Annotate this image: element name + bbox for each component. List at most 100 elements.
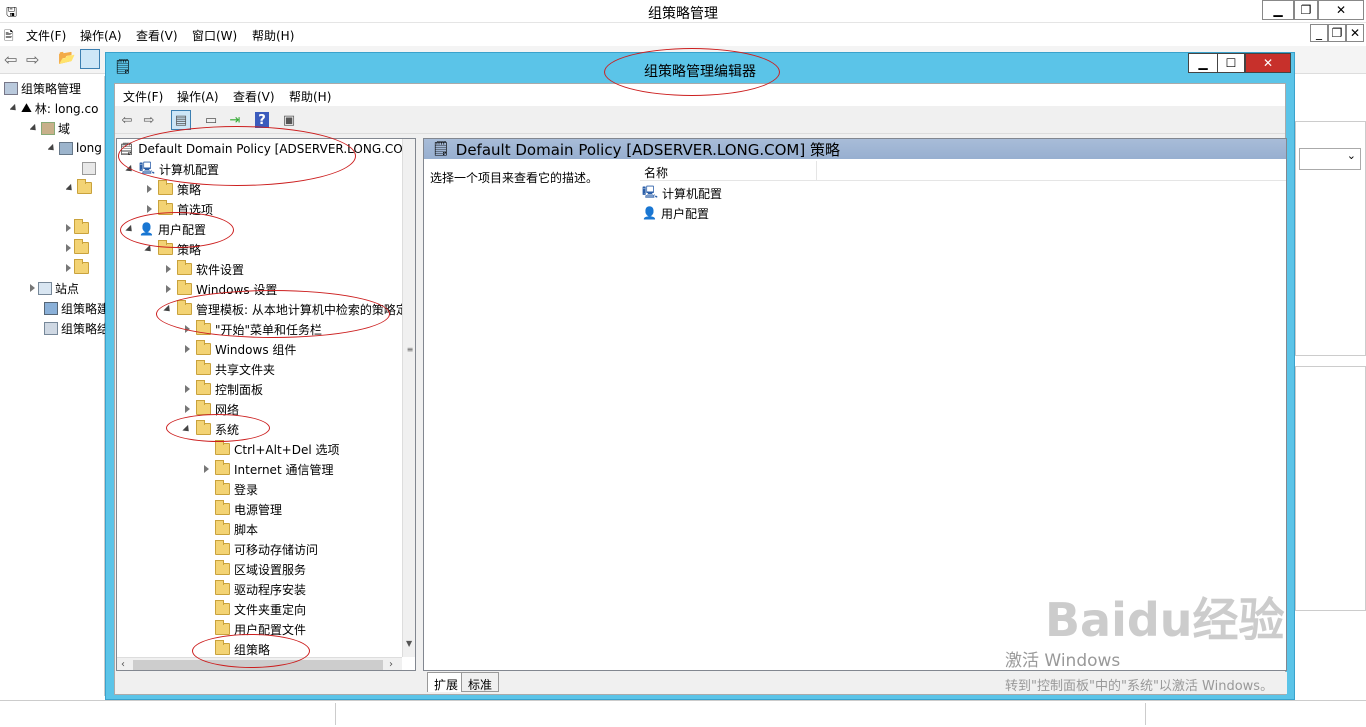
tree-node[interactable]: 控制面板: [182, 379, 263, 399]
scrollbar-grip[interactable]: ≡: [406, 345, 414, 363]
tree-node[interactable]: 网络: [182, 399, 239, 419]
tree-node-gpo-link[interactable]: [82, 158, 96, 178]
menu-view[interactable]: 查看(V): [136, 27, 178, 44]
forward-arrow-icon[interactable]: ⇨: [139, 110, 159, 130]
up-folder-icon[interactable]: 📂: [58, 50, 75, 66]
tree-node[interactable]: 🖳 计算机配置: [125, 159, 219, 179]
collapse-icon[interactable]: [66, 183, 75, 193]
tree-node[interactable]: Windows 组件: [182, 339, 296, 359]
collapse-icon[interactable]: [144, 244, 154, 254]
scope-dropdown[interactable]: ⌄: [1299, 148, 1361, 170]
show-tree-icon[interactable]: ▤: [171, 110, 191, 130]
expand-icon[interactable]: [66, 224, 71, 232]
child-minimize-button[interactable]: _: [1310, 24, 1328, 42]
menu-action[interactable]: 操作(A): [80, 27, 122, 44]
collapse-icon[interactable]: [10, 103, 19, 113]
collapse-icon[interactable]: [48, 143, 57, 153]
tree-node[interactable]: 电源管理: [201, 499, 282, 519]
tree-node[interactable]: 策略: [144, 239, 201, 259]
tree-node[interactable]: 区域设置服务: [201, 559, 306, 579]
editor-menu-view[interactable]: 查看(V): [233, 88, 275, 105]
tree-node-starter[interactable]: [66, 258, 89, 278]
expand-icon[interactable]: [30, 284, 35, 292]
tree-node-domain[interactable]: long: [48, 138, 102, 158]
tree-node[interactable]: Ctrl+Alt+Del 选项: [201, 439, 339, 459]
menu-file[interactable]: 文件(F): [26, 27, 66, 44]
list-item[interactable]: 👤 用户配置: [642, 203, 709, 223]
tree-node-ou[interactable]: [66, 178, 92, 198]
tree-node[interactable]: 🗒 Default Domain Policy [ADSERVER.LONG.CO…: [119, 139, 414, 159]
tab-standard[interactable]: 标准: [461, 672, 500, 692]
child-close-button[interactable]: ✕: [1346, 24, 1364, 42]
editor-menu-file[interactable]: 文件(F): [123, 88, 163, 105]
editor-minimize-button[interactable]: ▁: [1188, 53, 1218, 73]
tree-node-domains[interactable]: 域: [30, 118, 70, 138]
menu-help[interactable]: 帮助(H): [252, 27, 294, 44]
scroll-left-icon[interactable]: ‹: [121, 659, 125, 670]
tree-node[interactable]: 文件夹重定向: [201, 599, 306, 619]
column-divider[interactable]: [816, 161, 817, 181]
tree-node-sites[interactable]: 站点: [30, 278, 79, 298]
column-name[interactable]: 名称: [644, 164, 668, 181]
tree-node-wmi[interactable]: [66, 238, 89, 258]
close-button[interactable]: ✕: [1318, 0, 1364, 20]
export-list-icon[interactable]: ⇥: [225, 110, 245, 130]
tree-node[interactable]: 软件设置: [163, 259, 244, 279]
tree-node-results[interactable]: 组策略结: [44, 318, 109, 338]
expand-icon[interactable]: [66, 264, 71, 272]
tree-node[interactable]: 可移动存储访问: [201, 539, 318, 559]
scroll-thumb[interactable]: [133, 660, 383, 670]
tree-node-modeling[interactable]: 组策略建: [44, 298, 109, 318]
tree-node[interactable]: 用户配置文件: [201, 619, 306, 639]
tree-node-forest[interactable]: ⛰ 林: long.co: [10, 98, 98, 118]
expand-icon[interactable]: [182, 404, 192, 414]
tree-node-gpm-root[interactable]: 组策略管理: [4, 78, 81, 98]
collapse-icon[interactable]: [125, 224, 135, 234]
expand-icon[interactable]: [182, 344, 192, 354]
tree-node[interactable]: Windows 设置: [163, 279, 277, 299]
editor-maximize-button[interactable]: ☐: [1217, 53, 1245, 73]
tree-node[interactable]: 驱动程序安装: [201, 579, 306, 599]
expand-icon[interactable]: [163, 264, 173, 274]
help-icon[interactable]: ?: [255, 112, 269, 128]
scroll-right-icon[interactable]: ›: [389, 659, 393, 670]
list-item[interactable]: 🖳 计算机配置: [642, 183, 722, 203]
tree-vertical-scrollbar[interactable]: ≡ ▼: [402, 139, 415, 657]
collapse-icon[interactable]: [125, 164, 135, 174]
tree-node[interactable]: 首选项: [144, 199, 213, 219]
tree-node[interactable]: 登录: [201, 479, 258, 499]
tree-node[interactable]: 管理模板: 从本地计算机中检索的策略定: [163, 299, 408, 319]
tree-node[interactable]: 脚本: [201, 519, 258, 539]
editor-close-button[interactable]: ✕: [1245, 53, 1291, 73]
maximize-button[interactable]: ❐: [1294, 0, 1318, 20]
expand-icon[interactable]: [66, 244, 71, 252]
expand-icon[interactable]: [201, 464, 211, 474]
forward-arrow-icon[interactable]: ⇨: [26, 50, 39, 69]
tree-node[interactable]: "开始"菜单和任务栏: [182, 319, 322, 339]
expand-icon[interactable]: [144, 184, 154, 194]
tree-horizontal-scrollbar[interactable]: ‹ ›: [117, 657, 402, 670]
expand-icon[interactable]: [144, 204, 154, 214]
pane-splitter[interactable]: [418, 138, 421, 671]
expand-icon[interactable]: [182, 324, 192, 334]
tab-extended[interactable]: 扩展: [427, 672, 466, 692]
back-arrow-icon[interactable]: ⇦: [117, 110, 137, 130]
collapse-icon[interactable]: [163, 304, 173, 314]
expand-icon[interactable]: [163, 284, 173, 294]
tree-node[interactable]: 共享文件夹: [182, 359, 275, 379]
collapse-icon[interactable]: [30, 123, 39, 133]
back-arrow-icon[interactable]: ⇦: [4, 50, 17, 69]
tree-node[interactable]: 策略: [144, 179, 201, 199]
tree-node[interactable]: 👤 用户配置: [125, 219, 206, 239]
tree-node[interactable]: 系统: [182, 419, 239, 439]
expand-icon[interactable]: [182, 384, 192, 394]
child-restore-button[interactable]: ❐: [1328, 24, 1346, 42]
minimize-button[interactable]: ▁: [1262, 0, 1294, 20]
action-pane-icon[interactable]: ▣: [279, 110, 299, 130]
editor-menu-action[interactable]: 操作(A): [177, 88, 219, 105]
show-tree-icon[interactable]: [80, 49, 100, 69]
scroll-down-icon[interactable]: ▼: [406, 639, 412, 648]
collapse-icon[interactable]: [182, 424, 192, 434]
tree-node[interactable]: 组策略: [201, 639, 270, 659]
tree-node[interactable]: Internet 通信管理: [201, 459, 333, 479]
